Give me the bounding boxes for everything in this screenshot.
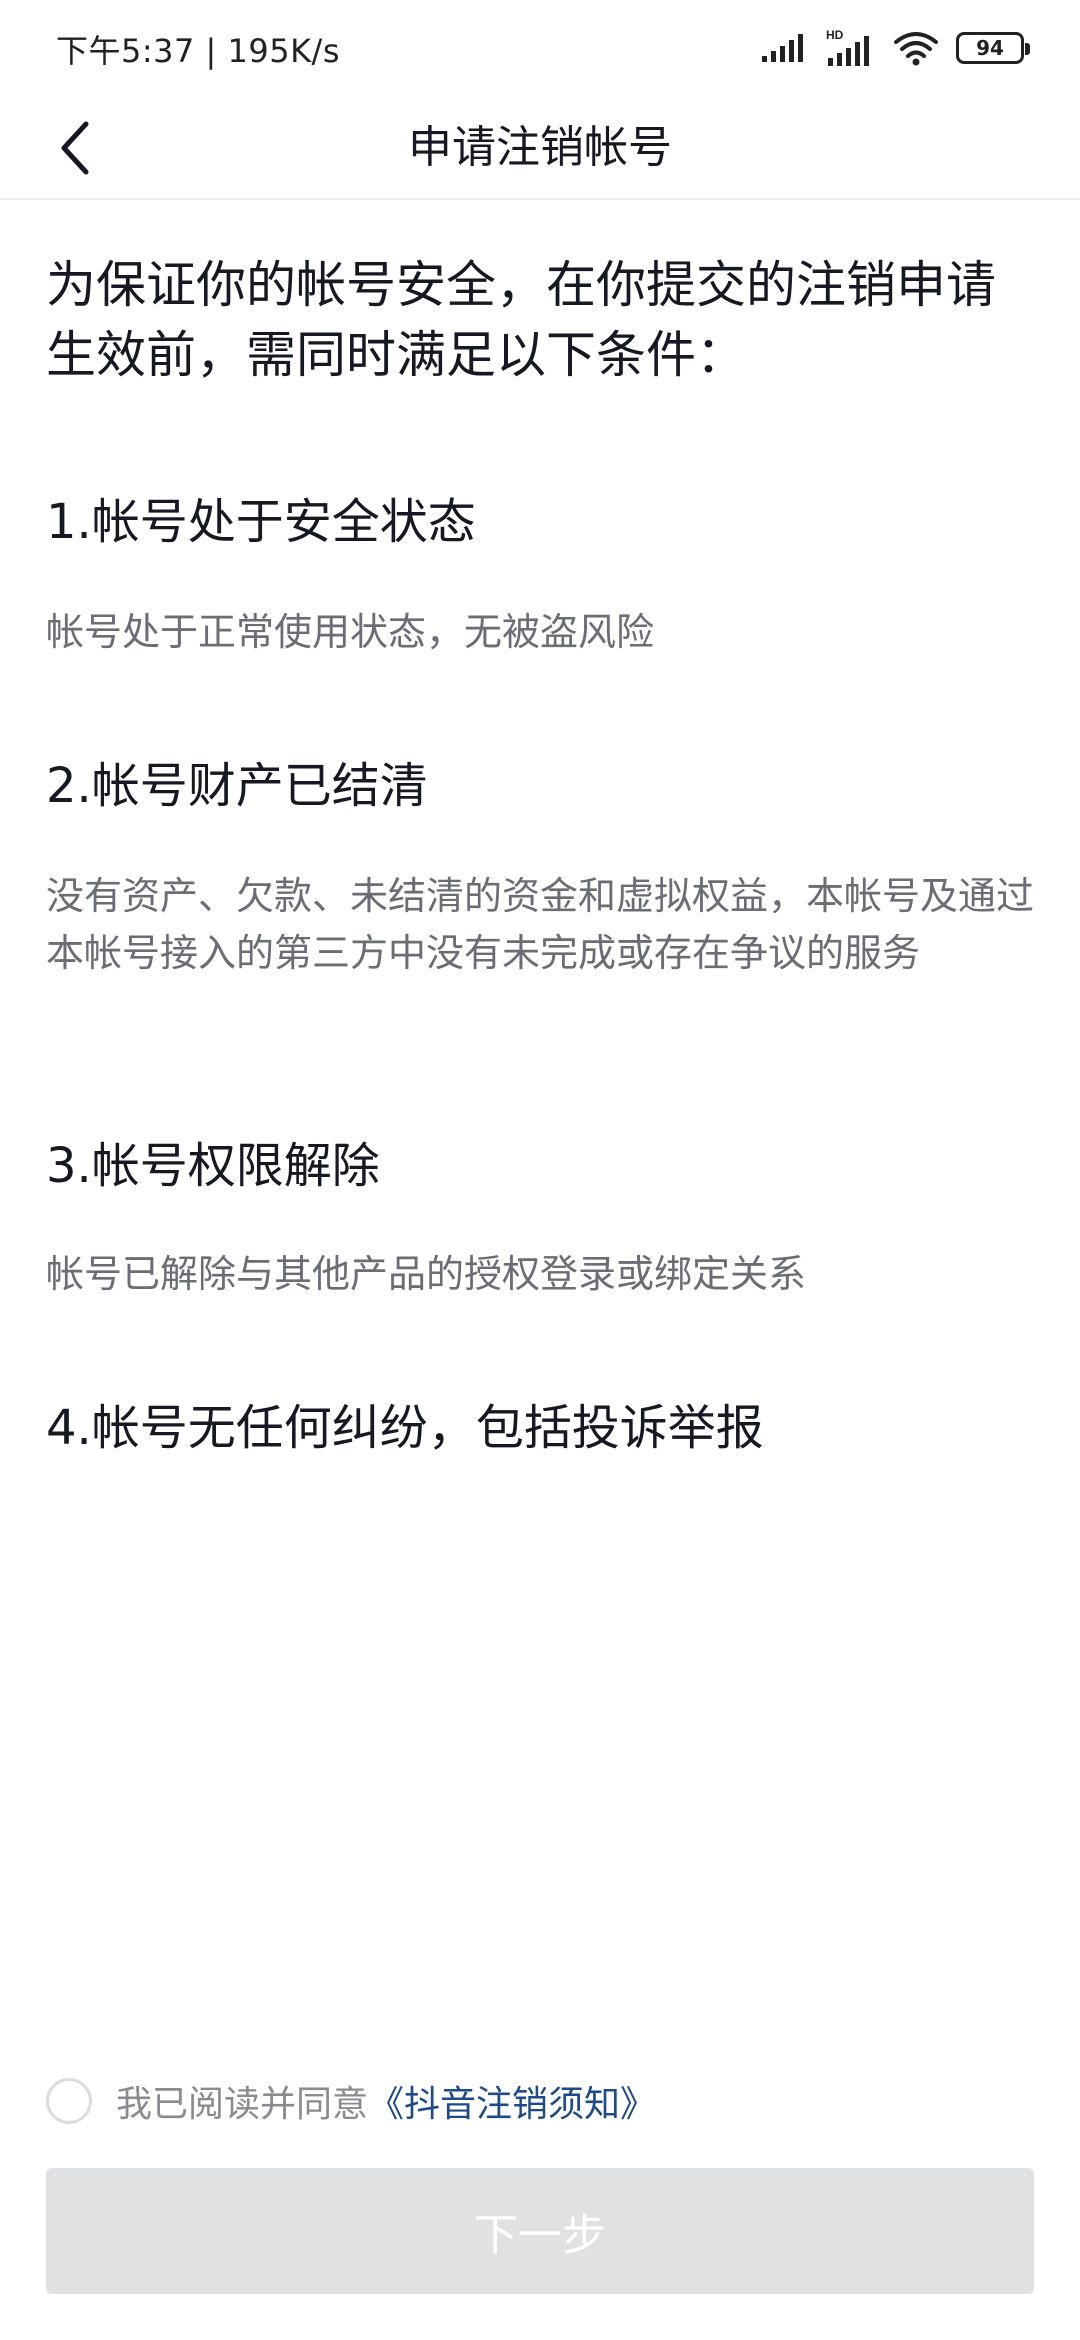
page-title: 申请注销帐号 <box>408 122 672 173</box>
signal-icon <box>762 34 803 62</box>
agreement-row: 我已阅读并同意 《抖音注销须知》 <box>46 2076 656 2126</box>
condition-3-title: 3.帐号权限解除 <box>46 1138 380 1194</box>
status-icons: HD 94 <box>760 22 1030 74</box>
agreement-link[interactable]: 《抖音注销须知》 <box>368 2075 656 2127</box>
status-time-speed: 下午5:37 | 195K/s <box>56 32 341 70</box>
network-label: HD <box>826 28 844 42</box>
agreement-text: 我已阅读并同意 <box>116 2084 369 2125</box>
agree-checkbox[interactable] <box>46 2078 92 2124</box>
condition-1-desc: 帐号处于正常使用状态，无被盗风险 <box>46 610 655 654</box>
battery-level: 94 <box>976 36 1004 60</box>
condition-2-desc: 没有资产、欠款、未结清的资金和虚拟权益，本帐号及通过本帐号接入的第三方中没有未完… <box>46 874 1035 975</box>
intro-text: 为保证你的帐号安全，在你提交的注销申请生效前，需同时满足以下条件： <box>46 256 996 384</box>
condition-1-title: 1.帐号处于安全状态 <box>46 494 476 550</box>
nav-bar: 申请注销帐号 <box>0 96 1080 200</box>
signal-hd-icon: HD <box>826 28 869 66</box>
status-bar: 下午5:37 | 195K/s HD 94 <box>0 0 1080 96</box>
condition-3-desc: 帐号已解除与其他产品的授权登录或绑定关系 <box>46 1252 807 1296</box>
battery-icon: 94 <box>956 32 1030 64</box>
wifi-icon <box>894 32 938 66</box>
intro-section: 为保证你的帐号安全，在你提交的注销申请生效前，需同时满足以下条件： <box>46 250 1034 390</box>
condition-2-title: 2.帐号财产已结清 <box>46 758 428 814</box>
condition-4-title: 4.帐号无任何纠纷，包括投诉举报 <box>46 1400 764 1456</box>
next-step-button[interactable]: 下一步 <box>46 2168 1034 2294</box>
